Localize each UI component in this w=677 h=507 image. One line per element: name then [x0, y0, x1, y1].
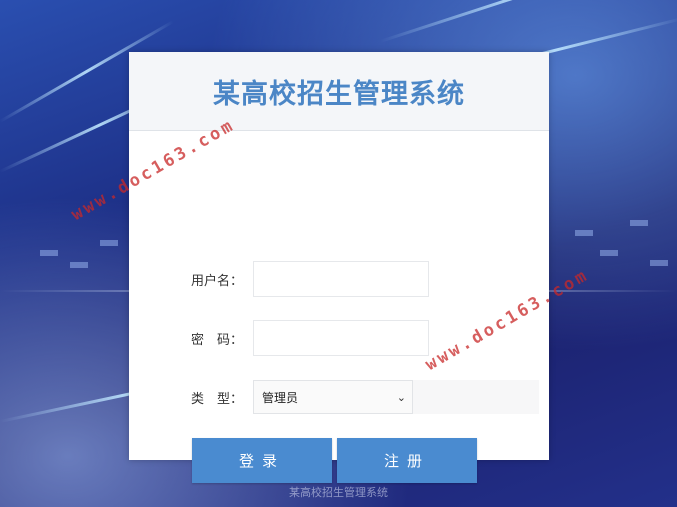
username-input[interactable]: [253, 261, 429, 297]
register-button[interactable]: 注册: [337, 438, 477, 483]
footer-text: 某高校招生管理系统: [289, 486, 388, 499]
password-input[interactable]: [253, 320, 429, 356]
panel-header: 某高校招生管理系统: [129, 52, 549, 131]
login-button[interactable]: 登录: [192, 438, 332, 483]
type-select-value: 管理员: [262, 390, 299, 405]
login-panel: 某高校招生管理系统 用户名： 密 码： 类 型： 管理员 ⌄ 登录 注册: [129, 52, 549, 483]
type-row: 类 型： 管理员 ⌄: [129, 377, 549, 417]
username-label: 用户名：: [191, 273, 244, 289]
chevron-down-icon: ⌄: [396, 390, 406, 404]
select-extension: [413, 380, 539, 414]
type-label: 类 型：: [191, 391, 244, 407]
page-title: 某高校招生管理系统: [213, 78, 465, 110]
type-select[interactable]: 管理员 ⌄: [253, 380, 413, 414]
password-label: 密 码：: [191, 332, 244, 348]
username-row: 用户名：: [129, 259, 549, 299]
